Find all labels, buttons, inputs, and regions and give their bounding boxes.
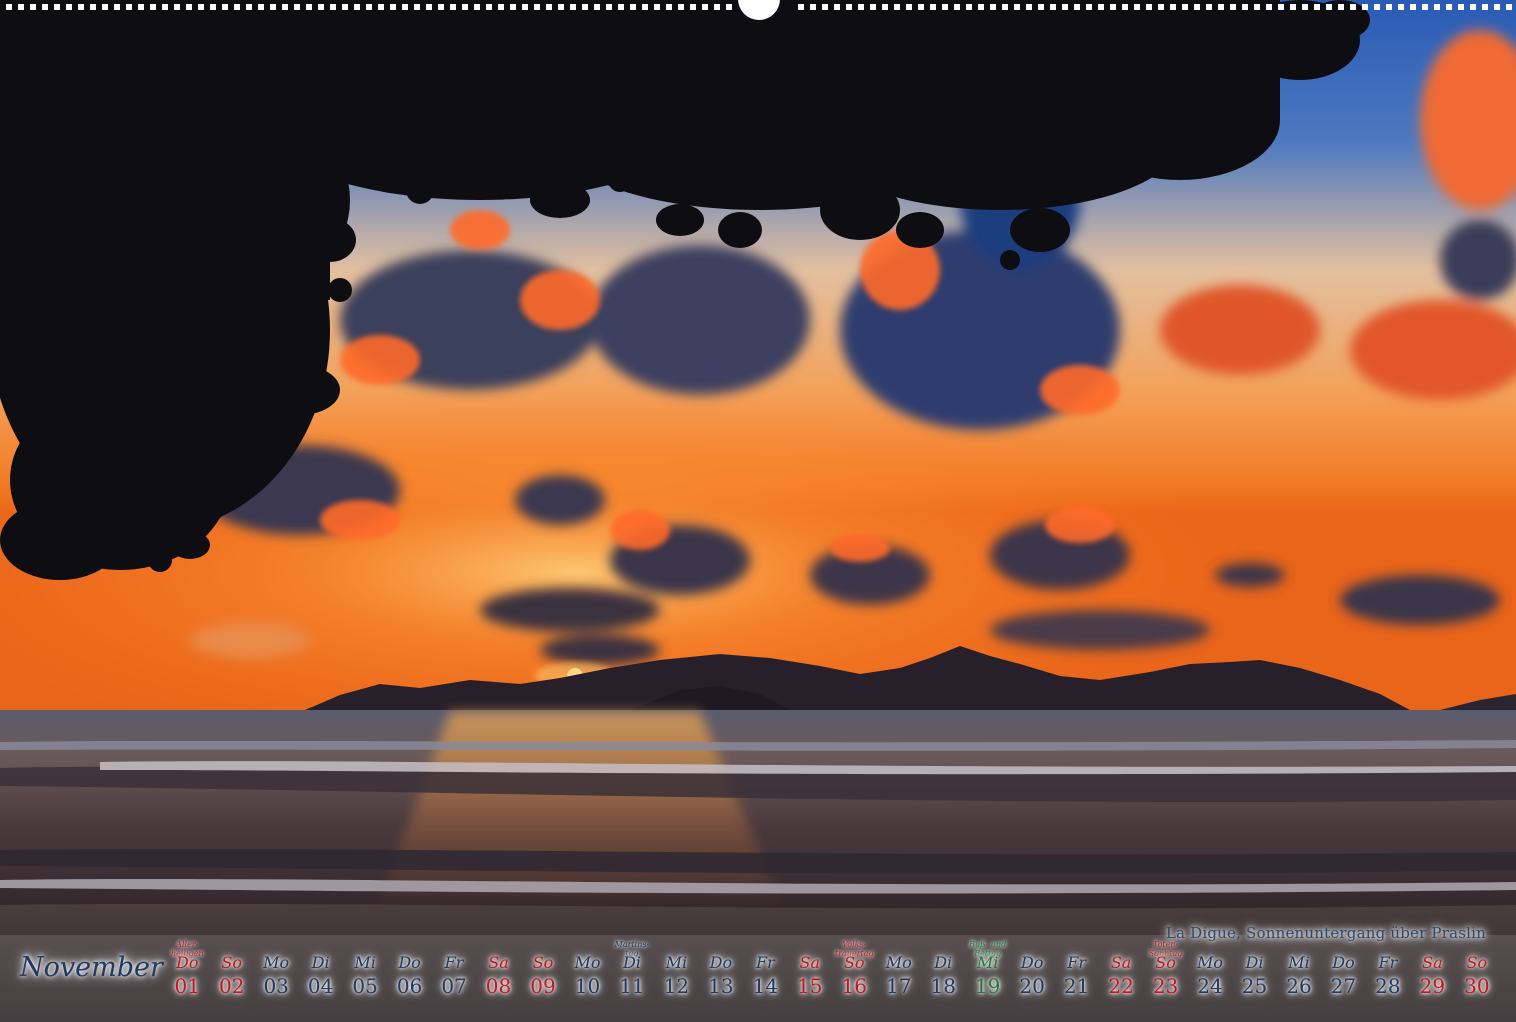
calendar-days-row: Aller- heiligen Do 01 So 02 Mo 03 Di 04 Mi 05 Do 06 F…: [165, 940, 1499, 1006]
weekday-label: Do: [1332, 953, 1355, 972]
calendar-day: Di 25: [1232, 940, 1276, 1006]
calendar-day: Mi 26: [1277, 940, 1321, 1006]
day-number: 10: [574, 974, 601, 998]
weekday-label: Mo: [574, 953, 601, 972]
calendar-day: Martins- tag Di 11: [610, 940, 654, 1006]
calendar-day: Sa 29: [1410, 940, 1454, 1006]
weekday-label: Mi: [354, 953, 376, 972]
weekday-label: Sa: [488, 953, 509, 972]
weekday-label: Mi: [976, 953, 999, 972]
calendar-day: Do 27: [1321, 940, 1365, 1006]
weekday-label: Di: [1245, 953, 1264, 972]
calendar-day: Aller- heiligen Do 01: [165, 940, 209, 1006]
weekday-label: Mo: [885, 953, 912, 972]
calendar-day: So 30: [1455, 940, 1499, 1006]
day-number: 20: [1019, 974, 1045, 998]
weekday-label: Fr: [444, 953, 464, 972]
day-number: 03: [263, 974, 289, 998]
calendar-day: Mo 03: [254, 940, 298, 1006]
calendar-day: Di 04: [298, 940, 342, 1006]
calendar-day: Fr 14: [743, 940, 787, 1006]
day-number: 24: [1197, 974, 1223, 998]
weekday-label: So: [1466, 953, 1488, 972]
day-number: 19: [974, 974, 1001, 998]
day-number: 28: [1375, 974, 1401, 998]
calendar-day: Fr 07: [432, 940, 476, 1006]
calendar-day: Toten- Sonntag So 23: [1143, 940, 1187, 1006]
weekday-label: Sa: [799, 953, 821, 972]
day-number: 13: [708, 974, 734, 998]
calendar-day: Mi 05: [343, 940, 387, 1006]
sunset-photo: [0, 0, 1516, 1022]
weekday-label: So: [843, 953, 865, 972]
weekday-label: Do: [1020, 953, 1044, 972]
weekday-label: Fr: [755, 953, 775, 972]
day-number: 05: [352, 974, 378, 998]
weekday-label: Do: [398, 953, 421, 972]
day-number: 15: [797, 974, 823, 998]
weekday-label: Sa: [1110, 953, 1132, 972]
day-number: 25: [1241, 974, 1268, 998]
weekday-label: So: [1155, 953, 1176, 972]
weekday-label: Di: [622, 953, 641, 972]
calendar-day: Di 18: [921, 940, 965, 1006]
calendar-day: Fr 28: [1366, 940, 1410, 1006]
day-number: 18: [930, 974, 956, 998]
calendar-day: Mo 10: [565, 940, 609, 1006]
day-number: 21: [1063, 974, 1090, 998]
day-number: 11: [619, 974, 645, 998]
day-number: 17: [886, 974, 912, 998]
day-number: 01: [174, 974, 200, 998]
calendar-day: Buß- und Bettag Mi 19: [965, 940, 1009, 1006]
weekday-label: Fr: [1067, 953, 1086, 972]
day-number: 04: [307, 974, 334, 998]
weekday-label: Do: [709, 953, 733, 972]
day-number: 06: [396, 974, 423, 998]
calendar-day: Sa 15: [788, 940, 832, 1006]
day-number: 22: [1108, 974, 1134, 998]
day-number: 16: [841, 974, 867, 998]
calendar-day: So 09: [521, 940, 565, 1006]
weekday-label: So: [532, 953, 554, 972]
weekday-label: So: [221, 953, 242, 972]
calendar-day: Mo 17: [877, 940, 921, 1006]
day-number: 09: [530, 974, 556, 998]
day-number: 29: [1419, 974, 1446, 998]
day-number: 30: [1464, 974, 1490, 998]
day-number: 08: [485, 974, 512, 998]
day-number: 23: [1152, 974, 1179, 998]
weekday-label: Mi: [665, 953, 688, 972]
weekday-label: Fr: [1378, 953, 1398, 972]
weekday-label: Mo: [263, 953, 290, 972]
calendar-day: Do 13: [699, 940, 743, 1006]
weekday-label: Mo: [1197, 953, 1224, 972]
weekday-label: Di: [934, 953, 953, 972]
calendar-day: Mo 24: [1188, 940, 1232, 1006]
day-number: 07: [441, 974, 467, 998]
calendar-day: Sa 08: [476, 940, 520, 1006]
calendar-day: Sa 22: [1099, 940, 1143, 1006]
weekday-label: Di: [311, 953, 330, 972]
calendar-day: Fr 21: [1054, 940, 1098, 1006]
calendar-day: Mi 12: [654, 940, 698, 1006]
day-number: 26: [1286, 974, 1312, 998]
calendar-day: Do 20: [1010, 940, 1054, 1006]
month-title: November: [20, 952, 163, 983]
day-number: 14: [752, 974, 779, 998]
weekday-label: Do: [176, 953, 199, 972]
day-number: 12: [663, 974, 690, 998]
weekday-label: Mi: [1288, 953, 1310, 972]
day-number: 02: [218, 974, 245, 998]
calendar-day: So 02: [209, 940, 253, 1006]
calendar-day: Do 06: [387, 940, 431, 1006]
calendar-day: Volks- trauertag So 16: [832, 940, 876, 1006]
weekday-label: Sa: [1422, 953, 1443, 972]
day-number: 27: [1330, 974, 1357, 998]
